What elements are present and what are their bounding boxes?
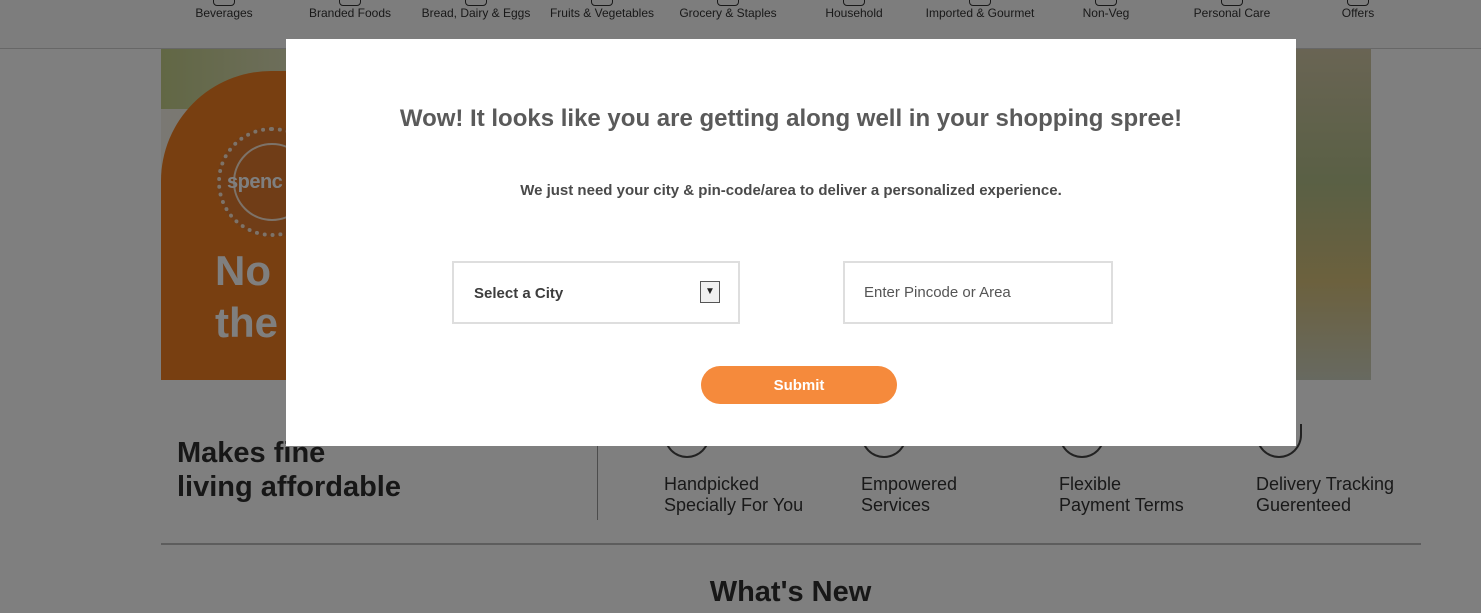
location-modal: Wow! It looks like you are getting along… bbox=[286, 39, 1296, 446]
city-select-value: Select a City bbox=[474, 285, 564, 302]
pincode-input[interactable] bbox=[843, 261, 1113, 324]
city-select[interactable]: Select a City ▼ bbox=[452, 261, 740, 324]
modal-title: Wow! It looks like you are getting along… bbox=[399, 105, 1183, 132]
modal-subtitle: We just need your city & pin-code/area t… bbox=[520, 182, 1062, 199]
chevron-down-icon[interactable]: ▼ bbox=[700, 281, 720, 303]
submit-button[interactable]: Submit bbox=[701, 366, 897, 404]
